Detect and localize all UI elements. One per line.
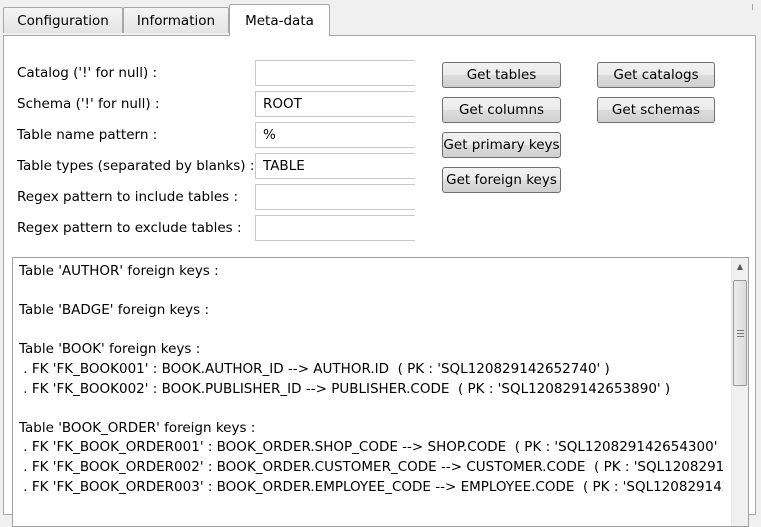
get-foreign-keys-button[interactable]: Get foreign keys — [442, 167, 561, 193]
result-line: . FK 'FK_BOOK001' : BOOK.AUTHOR_ID --> A… — [19, 360, 610, 377]
get-catalogs-button[interactable]: Get catalogs — [597, 62, 715, 88]
tab-label: Meta-data — [245, 12, 314, 29]
result-line: Table 'BOOK' foreign keys : — [19, 341, 201, 358]
exclude-regex-label: Regex pattern to exclude tables : — [17, 220, 242, 236]
result-line: Table 'AUTHOR' foreign keys : — [19, 263, 219, 279]
table-name-pattern-input[interactable]: % — [255, 122, 415, 148]
get-columns-button[interactable]: Get columns — [442, 97, 561, 123]
get-primary-keys-button[interactable]: Get primary keys — [442, 132, 561, 158]
get-schemas-button[interactable]: Get schemas — [597, 97, 715, 123]
catalog-label: Catalog ('!' for null) : — [17, 65, 158, 81]
result-line: . FK 'FK_BOOK002' : BOOK.PUBLISHER_ID --… — [19, 380, 671, 397]
meta-data-panel: Catalog ('!' for null) : Schema ('!' for… — [3, 35, 756, 527]
get-tables-button[interactable]: Get tables — [442, 62, 561, 88]
vertical-scrollbar[interactable]: ▲ — [731, 258, 748, 526]
table-name-pattern-label: Table name pattern : — [17, 127, 158, 143]
result-line — [19, 399, 723, 419]
schema-input[interactable]: ROOT — [255, 91, 415, 117]
result-line — [19, 321, 723, 341]
tab-information[interactable]: Information — [123, 7, 229, 33]
tab-bar: Configuration Information Meta-data — [0, 0, 761, 36]
result-line — [19, 282, 723, 302]
catalog-input[interactable] — [255, 60, 415, 86]
result-line: Table 'BADGE' foreign keys : — [19, 302, 210, 319]
result-line: . FK 'FK_BOOK_ORDER002' : BOOK_ORDER.CUS… — [19, 458, 723, 475]
include-regex-input[interactable] — [255, 184, 415, 210]
tab-configuration[interactable]: Configuration — [3, 7, 123, 33]
table-types-input[interactable]: TABLE — [255, 153, 415, 179]
table-types-label: Table types (separated by blanks) : — [17, 158, 255, 174]
scroll-up-arrow-icon[interactable]: ▲ — [732, 258, 748, 275]
result-line: Table 'BOOK_ORDER' foreign keys : — [19, 419, 256, 436]
result-line: . FK 'FK_BOOK_ORDER003' : BOOK_ORDER.EMP… — [19, 478, 723, 495]
result-text-area[interactable]: Table 'AUTHOR' foreign keys : Table 'BAD… — [12, 257, 749, 527]
include-regex-label: Regex pattern to include tables : — [17, 189, 239, 205]
tab-label: Information — [136, 12, 216, 29]
schema-label: Schema ('!' for null) : — [17, 96, 160, 112]
exclude-regex-input[interactable] — [255, 215, 415, 241]
result-line: . FK 'FK_BOOK_ORDER001' : BOOK_ORDER.SHO… — [19, 439, 723, 456]
scrollbar-thumb[interactable] — [733, 280, 747, 386]
tab-label: Configuration — [17, 12, 109, 29]
result-text: Table 'AUTHOR' foreign keys : Table 'BAD… — [19, 262, 723, 497]
tab-meta-data[interactable]: Meta-data — [229, 4, 330, 36]
